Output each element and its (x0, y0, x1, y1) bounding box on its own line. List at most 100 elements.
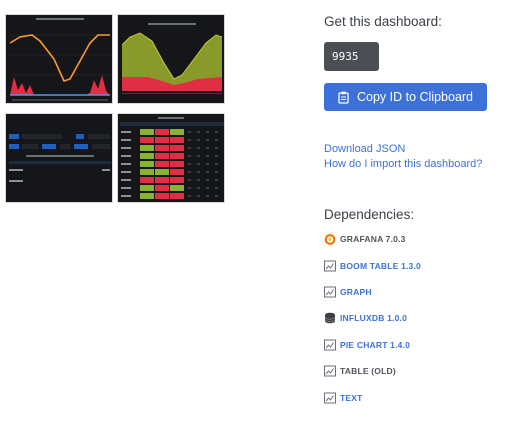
boom-cell (155, 161, 169, 167)
get-dashboard-title: Get this dashboard: (324, 14, 442, 29)
boom-cell (170, 169, 184, 175)
boom-cell (170, 137, 184, 143)
dashboard-screenshot-3[interactable] (5, 113, 113, 203)
dependency-text-link[interactable]: TEXT (340, 393, 363, 403)
boom-empty-cell (206, 195, 209, 197)
boom-empty-cell (215, 171, 218, 173)
boom-empty-cell (197, 147, 200, 149)
boom-empty-cell (215, 195, 218, 197)
boom-cell (170, 153, 184, 159)
copy-id-button[interactable]: Copy ID to Clipboard (324, 83, 487, 111)
boom-empty-cell (206, 179, 209, 181)
dependency-grafana: GRAFANA 7.0.3 (324, 233, 406, 245)
boom-empty-cell (197, 155, 200, 157)
panel-icon (324, 365, 336, 377)
boom-empty-cell (188, 171, 191, 173)
boom-empty-cell (206, 187, 209, 189)
boom-cell (155, 129, 169, 135)
boom-cell (155, 193, 169, 199)
boom-row-label (121, 195, 131, 197)
dashboard-screenshot-2[interactable] (117, 14, 225, 104)
dependency-influxdb-link[interactable]: INFLUXDB 1.0.0 (340, 313, 407, 323)
boom-cell (140, 137, 154, 143)
screenshot-graph-2 (118, 15, 224, 103)
boom-cell (140, 145, 154, 151)
boom-cell (170, 185, 184, 191)
boom-empty-cell (188, 155, 191, 157)
boom-cell (140, 185, 154, 191)
boom-cell (170, 145, 184, 151)
boom-empty-cell (215, 155, 218, 157)
panel-icon (324, 286, 336, 298)
how-to-import-link[interactable]: How do I import this dashboard? (324, 158, 482, 170)
boom-empty-cell (188, 139, 191, 141)
boom-empty-cell (206, 147, 209, 149)
boom-empty-cell (215, 147, 218, 149)
boom-row-label (121, 139, 131, 141)
download-json-link[interactable]: Download JSON (324, 143, 405, 155)
boom-empty-cell (197, 171, 200, 173)
boom-empty-cell (206, 155, 209, 157)
dependency-graph-link[interactable]: GRAPH (340, 287, 372, 297)
boom-empty-cell (197, 139, 200, 141)
boom-empty-cell (215, 163, 218, 165)
boom-empty-cell (215, 179, 218, 181)
boom-cell (170, 193, 184, 199)
boom-cell (155, 177, 169, 183)
dependency-boom-table[interactable]: BOOM TABLE 1.3.0 (324, 260, 421, 272)
boom-row-label (121, 131, 131, 133)
boom-empty-cell (188, 131, 191, 133)
boom-row-label (121, 163, 131, 165)
boom-cell (140, 193, 154, 199)
boom-empty-cell (197, 195, 200, 197)
boom-cell (170, 177, 184, 183)
boom-cell (155, 185, 169, 191)
boom-cell (170, 129, 184, 135)
boom-empty-cell (188, 179, 191, 181)
copy-id-button-label: Copy ID to Clipboard (356, 90, 474, 104)
boom-row-label (121, 187, 131, 189)
boom-empty-cell (197, 163, 200, 165)
dependencies-title: Dependencies: (324, 207, 415, 222)
boom-cell (170, 161, 184, 167)
panel-icon (324, 392, 336, 404)
dependency-graph[interactable]: GRAPH (324, 286, 372, 298)
boom-empty-cell (206, 171, 209, 173)
boom-empty-cell (215, 187, 218, 189)
dependency-table-old: TABLE (OLD) (324, 365, 396, 377)
boom-empty-cell (206, 163, 209, 165)
boom-cell (140, 161, 154, 167)
boom-cell (140, 177, 154, 183)
dependency-text[interactable]: TEXT (324, 392, 363, 404)
boom-cell (155, 137, 169, 143)
boom-row-label (121, 147, 131, 149)
dependency-pie-chart-link[interactable]: PIE CHART 1.4.0 (340, 340, 410, 350)
boom-row-label (121, 171, 131, 173)
boom-cell (140, 153, 154, 159)
boom-cell (140, 169, 154, 175)
boom-empty-cell (188, 147, 191, 149)
boom-empty-cell (197, 187, 200, 189)
boom-row-label (121, 155, 131, 157)
database-icon (324, 312, 336, 324)
dependency-pie-chart[interactable]: PIE CHART 1.4.0 (324, 339, 410, 351)
grafana-logo-icon (324, 233, 336, 245)
boom-empty-cell (206, 131, 209, 133)
dependency-table-old-label: TABLE (OLD) (340, 366, 396, 376)
screenshot-table-1 (6, 114, 112, 202)
boom-empty-cell (197, 179, 200, 181)
dashboard-id-field[interactable]: 9935 (324, 42, 379, 71)
panel-icon (324, 339, 336, 351)
clipboard-icon (338, 91, 349, 104)
boom-cell (155, 153, 169, 159)
dependency-grafana-label: GRAFANA 7.0.3 (340, 234, 406, 244)
boom-empty-cell (188, 195, 191, 197)
dependency-influxdb[interactable]: INFLUXDB 1.0.0 (324, 312, 407, 324)
screenshot-boom-table (118, 114, 224, 202)
boom-empty-cell (188, 163, 191, 165)
dashboard-screenshot-1[interactable] (5, 14, 113, 104)
panel-icon (324, 260, 336, 272)
screenshot-graph-1 (6, 15, 112, 103)
dependency-boom-table-link[interactable]: BOOM TABLE 1.3.0 (340, 261, 421, 271)
dashboard-screenshot-4[interactable] (117, 113, 225, 203)
